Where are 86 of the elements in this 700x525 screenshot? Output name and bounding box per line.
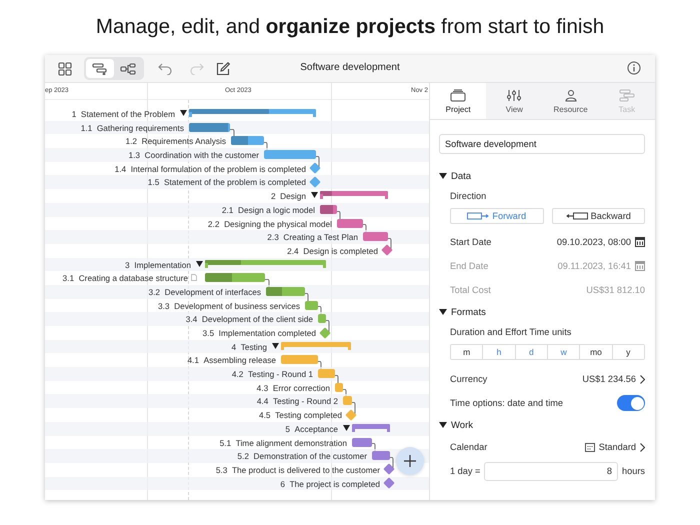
- collapse-triangle-icon[interactable]: [343, 424, 350, 431]
- collapse-triangle-icon[interactable]: [180, 110, 187, 116]
- forward-arrow-icon: [467, 212, 490, 220]
- task-bars-icon: [618, 88, 635, 102]
- person-icon: [562, 88, 579, 102]
- inspector-tab[interactable]: Resource: [542, 83, 599, 119]
- connector-line: [316, 156, 320, 168]
- task-label[interactable]: 2.2 Designing the physical model: [45, 218, 332, 228]
- collapse-triangle-icon[interactable]: [196, 260, 203, 267]
- gantt-chart-icon: [92, 62, 108, 74]
- field-value[interactable]: 09.10.2023, 08:00: [556, 237, 631, 247]
- task-label[interactable]: 3.1 Creating a database structure: [45, 273, 188, 284]
- chevron-right-icon[interactable]: [640, 442, 645, 452]
- unit-option[interactable]: y: [612, 345, 644, 359]
- task-bar[interactable]: [305, 300, 318, 310]
- task-label[interactable]: 1 Statement of the Problem: [45, 109, 175, 119]
- task-label[interactable]: 3.5 Implementation completed: [45, 328, 316, 338]
- hierarchy-icon: [120, 62, 136, 74]
- task-bar[interactable]: [281, 355, 318, 364]
- headline: Manage, edit, and organize projects from start to finish: [94, 14, 606, 40]
- inspector-tab[interactable]: Project: [430, 83, 486, 119]
- field-label: Time options: date and time: [450, 398, 564, 408]
- field-label: Calendar: [450, 442, 488, 452]
- field-label: Start Date: [450, 237, 492, 247]
- field-label: End Date: [450, 261, 488, 271]
- task-label[interactable]: 4.3 Error correction: [45, 382, 330, 393]
- field-label: Total Cost: [450, 285, 491, 295]
- undo-icon[interactable]: [158, 62, 172, 74]
- collapse-triangle-icon[interactable]: [272, 342, 279, 349]
- grid-icon[interactable]: [58, 62, 72, 76]
- field-label: 1 day =: [450, 466, 480, 476]
- plus-icon: [404, 455, 416, 467]
- field-label: Duration and Effort Time units: [449, 326, 572, 339]
- connector-line: [326, 320, 330, 332]
- task-bar[interactable]: [372, 451, 390, 460]
- tray-icon: [450, 88, 466, 102]
- add-button[interactable]: [396, 447, 424, 475]
- backward-arrow-icon: [566, 212, 588, 220]
- task-bar[interactable]: [335, 382, 343, 392]
- task-label[interactable]: 5.3 The product is delivered to the customer: [45, 464, 380, 475]
- task-bar[interactable]: [205, 273, 265, 282]
- section-header[interactable]: Work: [439, 415, 645, 435]
- task-label[interactable]: 4.5 Testing completed: [45, 410, 342, 420]
- task-bar[interactable]: [363, 232, 388, 242]
- task-bar[interactable]: [266, 286, 305, 296]
- collapse-triangle-icon[interactable]: [311, 192, 318, 198]
- project-name-field[interactable]: Software development: [439, 134, 645, 154]
- edit-icon[interactable]: [216, 62, 230, 76]
- gantt-view-button[interactable]: [86, 59, 114, 78]
- chevron-right-icon[interactable]: [640, 374, 645, 384]
- window-title: Software development: [299, 62, 401, 73]
- calendar-value[interactable]: Standard: [598, 442, 636, 452]
- connector-line: [390, 457, 394, 470]
- calendar-icon[interactable]: [635, 237, 645, 247]
- info-icon[interactable]: [627, 61, 641, 75]
- task-label[interactable]: 2 Design: [45, 191, 306, 202]
- field-label: Direction: [449, 190, 488, 203]
- task-bar[interactable]: [231, 136, 264, 146]
- summary-bar[interactable]: [320, 191, 388, 196]
- task-label[interactable]: 3.3 Development of business services: [45, 300, 300, 311]
- task-label[interactable]: 1.2 Requirements Analysis: [45, 136, 226, 146]
- task-bar[interactable]: [189, 122, 230, 132]
- direction-button[interactable]: Forward: [450, 208, 544, 224]
- hours-per-day-field[interactable]: 8: [484, 462, 618, 480]
- toggle-switch[interactable]: [617, 395, 645, 411]
- task-bar[interactable]: [352, 438, 372, 446]
- task-label[interactable]: 1.4 Internal formulation of the problem is completed: [45, 164, 306, 174]
- inspector-tab[interactable]: View: [486, 83, 542, 119]
- sliders-icon: [506, 88, 522, 102]
- section-header[interactable]: Data: [439, 166, 645, 186]
- task-bar[interactable]: [337, 218, 363, 228]
- connector-line: [352, 402, 356, 414]
- connector-line: [388, 238, 392, 250]
- currency-value[interactable]: US$1 234.56: [582, 374, 636, 384]
- calendar-icon: [584, 442, 595, 452]
- task-bar[interactable]: [264, 150, 316, 160]
- task-bar[interactable]: [320, 204, 337, 214]
- task-label[interactable]: 4.1 Assembling release: [45, 355, 276, 366]
- field-label: Currency: [450, 374, 488, 384]
- task-bar[interactable]: [318, 314, 326, 324]
- section-header[interactable]: Formats: [439, 302, 645, 322]
- task-label[interactable]: 5.1 Time alignment demonstration: [45, 438, 347, 448]
- direction-button[interactable]: Backward: [552, 208, 645, 224]
- note-icon[interactable]: [191, 274, 197, 282]
- unit-label: hours: [622, 466, 645, 476]
- task-label[interactable]: 2.4 Design is completed: [45, 246, 378, 256]
